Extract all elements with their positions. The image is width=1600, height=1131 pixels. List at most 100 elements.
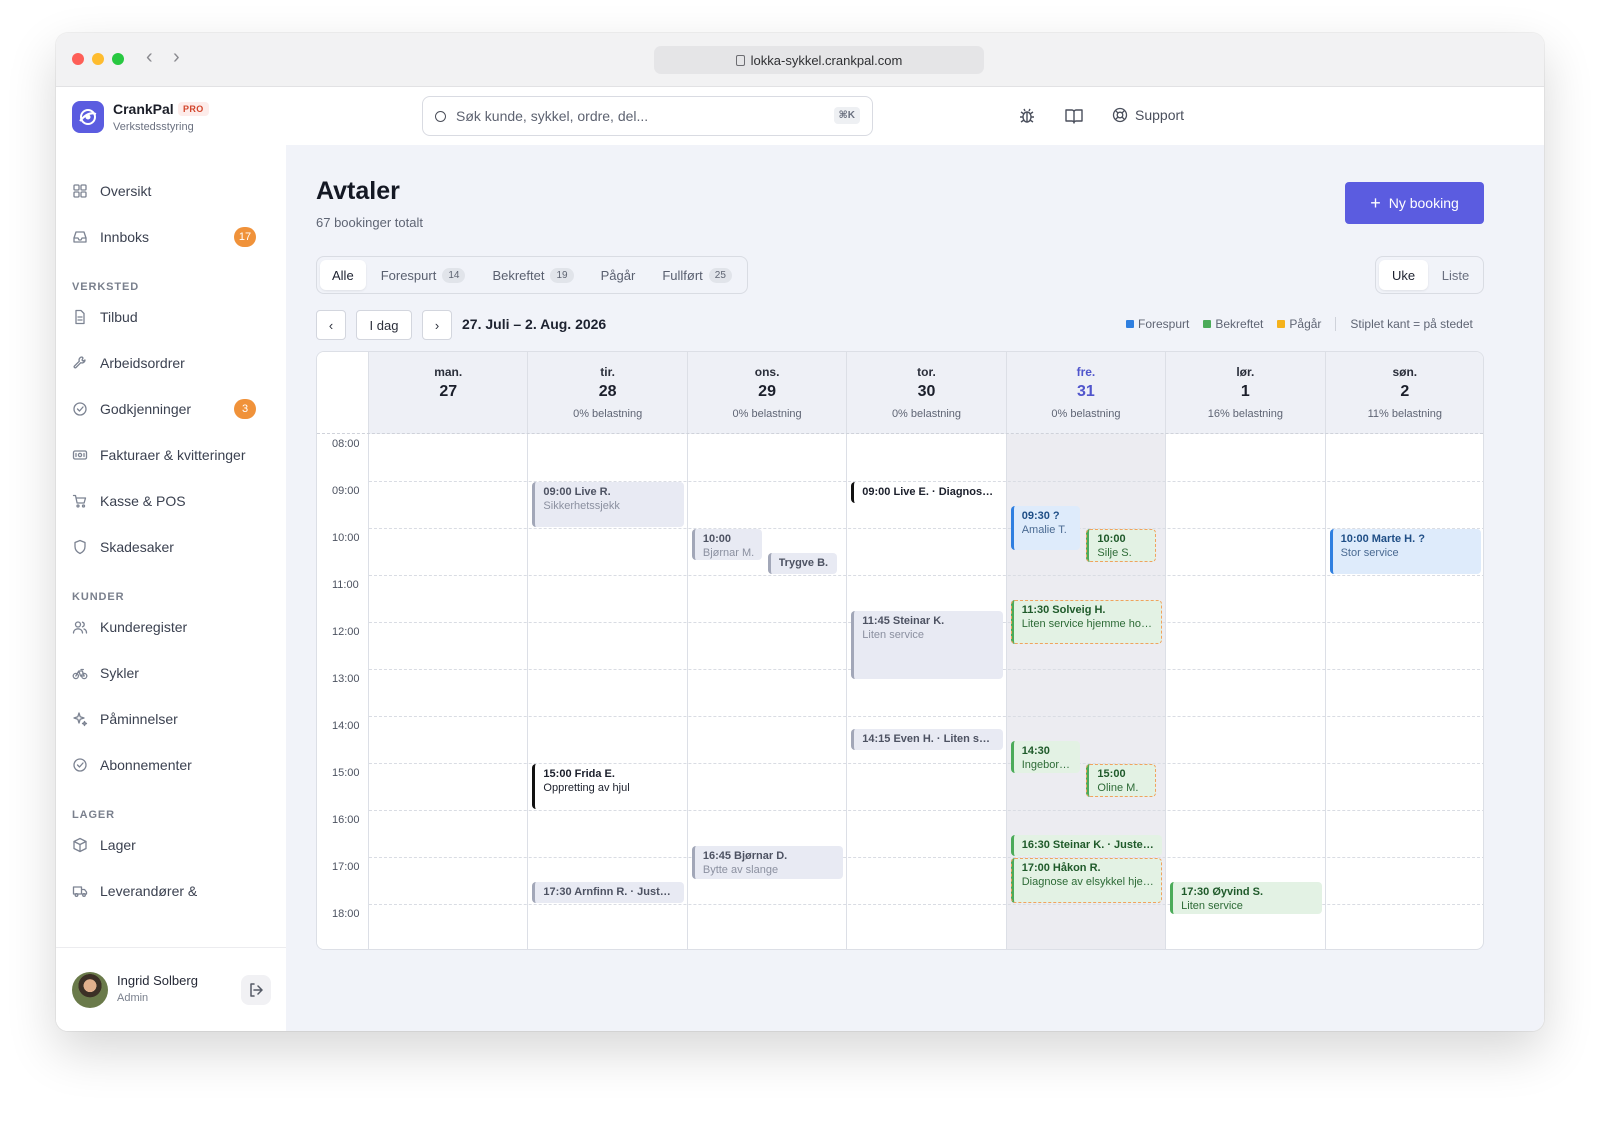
sidebar: CrankPal PRO Verkstedsstyring Oversikt In…: [56, 87, 286, 1031]
minimize-window-button[interactable]: [92, 53, 104, 65]
sidebar-item-påminnelser[interactable]: Påminnelser: [72, 704, 270, 734]
filter-tab-bekreftet[interactable]: Bekreftet 19: [480, 260, 585, 290]
header-divider: [317, 433, 1483, 434]
hour-label: 11:00: [332, 579, 359, 591]
booking-event[interactable]: 16:45 Bjørnar D. Bytte av slange: [691, 846, 844, 880]
filter-tab-fullført[interactable]: Fullført 25: [650, 260, 744, 290]
logout-icon: [250, 983, 263, 997]
booking-event[interactable]: 10:00 Bjørnar M.: [691, 529, 762, 560]
forward-arrow-icon[interactable]: ›: [173, 47, 180, 67]
hour-label: 08:00: [332, 438, 360, 450]
hour-gridline: [369, 810, 1483, 811]
filter-tab-forespurt[interactable]: Forespurt 14: [369, 260, 478, 290]
sidebar-item-oversikt[interactable]: Oversikt: [72, 176, 270, 206]
sidebar-item-kasse-pos[interactable]: Kasse & POS: [72, 486, 270, 516]
cart-icon: [72, 493, 88, 509]
new-booking-button[interactable]: + Ny booking: [1345, 182, 1484, 224]
logout-button[interactable]: [241, 975, 271, 1005]
filter-count: 25: [708, 267, 732, 283]
crankpal-logo-icon[interactable]: [72, 101, 104, 133]
support-label: Support: [1135, 107, 1185, 123]
sidebar-item-label: Kunderegister: [100, 619, 188, 635]
filter-label: Alle: [332, 267, 354, 283]
hour-label: 09:00: [332, 485, 360, 497]
booking-event[interactable]: 14:30 Ingeborg A.: [1010, 740, 1081, 774]
user-panel: Ingrid Solberg Admin: [56, 947, 286, 1031]
day-header[interactable]: man. 27: [369, 352, 529, 434]
sidebar-item-label: Kasse & POS: [100, 493, 186, 509]
page-subtitle: 67 bookinger totalt: [316, 215, 423, 230]
sidebar-item-fakturaer-kvitteringer[interactable]: Fakturaer & kvitteringer: [72, 440, 270, 470]
address-bar[interactable]: lokka-sykkel.crankpal.com: [654, 46, 984, 74]
sidebar-item-sykler[interactable]: Sykler: [72, 658, 270, 688]
booking-event[interactable]: 10:00 Silje S.: [1086, 529, 1157, 562]
booking-event[interactable]: 15:00 Oline M.: [1086, 764, 1157, 797]
booking-event[interactable]: 17:30 Arnfinn R. · Justeri...: [532, 881, 684, 903]
back-arrow-icon[interactable]: ‹: [146, 47, 153, 67]
day-column[interactable]: [847, 434, 1007, 949]
day-header[interactable]: fre. 31 0% belastning: [1006, 352, 1167, 434]
booking-event[interactable]: Trygve B.: [767, 552, 838, 574]
avatar[interactable]: [72, 972, 108, 1008]
view-list-button[interactable]: Liste: [1431, 260, 1480, 290]
sidebar-item-skadesaker[interactable]: Skadesaker: [72, 532, 270, 562]
sidebar-item-innboks[interactable]: Innboks 17: [72, 222, 270, 252]
maximize-window-button[interactable]: [112, 53, 124, 65]
sidebar-item-lager[interactable]: Lager: [72, 830, 270, 860]
booking-event[interactable]: 09:00 Live R. Sikkerhetssjekk: [532, 482, 684, 527]
prev-week-button[interactable]: ‹: [316, 310, 346, 340]
status-filter-tabs: Alle Forespurt 14 Bekreftet 19 Pågår Fullført 2…: [316, 256, 748, 294]
booking-event[interactable]: 10:00 Marte H. ? Stor service: [1329, 529, 1481, 574]
sidebar-item-kunderegister[interactable]: Kunderegister: [72, 612, 270, 642]
booking-title: 17:30 Arnfinn R. · Justeri...: [543, 885, 677, 898]
filter-tab-pågår[interactable]: Pågår: [589, 260, 648, 290]
legend-divider: [1335, 317, 1337, 331]
day-header[interactable]: ons. 29 0% belastning: [687, 352, 848, 434]
day-column[interactable]: [1166, 434, 1326, 949]
sidebar-item-godkjenninger[interactable]: Godkjenninger 3: [72, 394, 270, 424]
booking-event[interactable]: 17:30 Øyvind S. Liten service: [1170, 881, 1322, 915]
sidebar-item-leverandører[interactable]: Leverandører &: [72, 876, 270, 906]
booking-event[interactable]: 16:30 Steinar K. · Justerin...: [1010, 834, 1163, 856]
sidebar-item-abonnementer[interactable]: Abonnementer: [72, 750, 270, 780]
booking-title: 15:00 Frida E.: [543, 768, 615, 780]
hour-label: 10:00: [332, 532, 360, 544]
hour-label: 14:00: [332, 720, 360, 732]
filter-tab-alle[interactable]: Alle: [320, 260, 366, 290]
close-window-button[interactable]: [72, 53, 84, 65]
day-date: 30: [917, 383, 936, 400]
day-header[interactable]: tor. 30 0% belastning: [847, 352, 1007, 434]
booking-event[interactable]: 11:45 Steinar K. Liten service: [851, 611, 1003, 680]
search-shortcut: ⌘K: [833, 107, 860, 124]
search-input[interactable]: Søk kunde, sykkel, ordre, del... ⌘K: [422, 96, 873, 136]
filter-count: 14: [442, 267, 466, 283]
booking-event[interactable]: 17:00 Håkon R. Diagnose av elsykkel hjem.…: [1010, 858, 1163, 903]
booking-event[interactable]: 14:15 Even H. · Liten serv...: [851, 728, 1003, 750]
today-button[interactable]: I dag: [356, 310, 412, 340]
week-calendar: man. 27 tir. 28 0% belastning ons. 29 0% belas…: [316, 351, 1484, 950]
view-week-button[interactable]: Uke: [1379, 260, 1428, 290]
booking-event[interactable]: 09:00 Live E. · Diagnose ...: [851, 482, 1003, 504]
booking-event[interactable]: 09:30 ? Amalie T.: [1010, 505, 1081, 551]
booking-subtitle: Liten service: [862, 629, 925, 642]
day-load: 0% belastning: [891, 408, 962, 420]
day-column[interactable]: [1326, 434, 1483, 949]
booking-event[interactable]: 15:00 Frida E. Oppretting av hjul: [532, 764, 684, 809]
next-week-button[interactable]: ›: [422, 310, 452, 340]
bug-icon[interactable]: [1017, 106, 1037, 126]
day-header[interactable]: søn. 2 11% belastning: [1325, 352, 1483, 434]
booking-title: 16:45 Bjørnar D.: [702, 850, 788, 863]
booking-title: 09:00 Live E. · Diagnose ...: [862, 486, 996, 498]
support-button[interactable]: Support: [1112, 107, 1184, 123]
booking-subtitle: Ingeborg A.: [1021, 758, 1074, 771]
sidebar-item-tilbud[interactable]: Tilbud: [72, 302, 270, 332]
sidebar-item-arbeidsordrer[interactable]: Arbeidsordrer: [72, 348, 270, 378]
book-icon[interactable]: [1064, 106, 1084, 126]
url-text: lokka-sykkel.crankpal.com: [750, 52, 903, 68]
day-name: tir.: [600, 365, 615, 379]
day-header[interactable]: lør. 1 16% belastning: [1166, 352, 1326, 434]
booking-event[interactable]: 11:30 Solveig H. Liten service hjemme hos…: [1010, 599, 1163, 645]
day-column[interactable]: [369, 434, 529, 949]
booking-title: 17:00 Håkon R.: [1021, 862, 1101, 874]
day-header[interactable]: tir. 28 0% belastning: [528, 352, 688, 434]
